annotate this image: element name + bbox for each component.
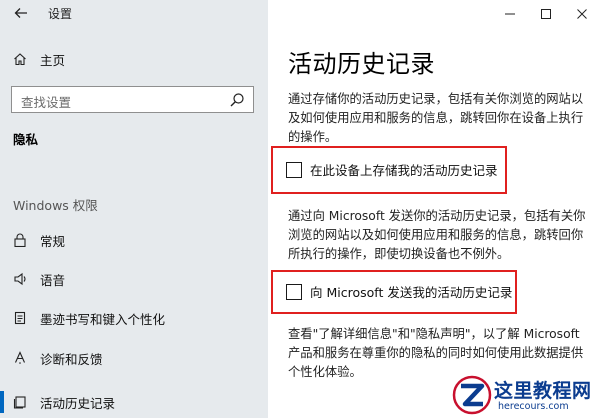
maximize-icon	[541, 9, 551, 19]
window-controls	[492, 0, 600, 28]
search-icon[interactable]	[229, 92, 245, 108]
sidebar-item-label: 墨迹书写和键入个性化	[40, 311, 166, 327]
sidebar-item-label: 语音	[40, 272, 66, 288]
send-history-checkbox[interactable]	[286, 283, 302, 300]
notepad-icon	[13, 311, 27, 325]
back-arrow-icon	[14, 8, 27, 18]
send-history-label[interactable]: 向 Microsoft 发送我的活动历史记录	[310, 282, 512, 301]
send-history-checkbox-row[interactable]: 向 Microsoft 发送我的活动历史记录	[286, 282, 512, 301]
description-send: 通过向 Microsoft 发送你的活动历史记录，包括有关你浏览的网站以及如何使…	[288, 209, 586, 261]
page-title: 活动历史记录	[288, 50, 435, 78]
sidebar-item-speech[interactable]: 语音	[0, 263, 268, 295]
sidebar-item-home[interactable]: 主页	[0, 43, 268, 75]
search-placeholder: 查找设置	[21, 95, 72, 110]
home-icon	[13, 52, 27, 66]
store-history-checkbox-row[interactable]: 在此设备上存储我的活动历史记录	[286, 160, 498, 179]
history-icon	[13, 395, 27, 409]
maximize-button[interactable]	[528, 0, 564, 28]
sidebar-item-label: 活动历史记录	[40, 395, 116, 411]
sidebar: 设置 主页 查找设置 隐私 Windows 权限 常规 语音 墨迹书写和键入个性…	[0, 0, 268, 418]
sidebar-item-label: 主页	[40, 52, 66, 68]
minimize-icon	[505, 13, 515, 15]
sidebar-item-diagnostics[interactable]: 诊断和反馈	[0, 342, 268, 374]
title-bar: 设置	[0, 0, 268, 28]
watermark: 这里教程网 herecours.com	[452, 374, 598, 416]
sidebar-item-label: 诊断和反馈	[40, 351, 103, 367]
main-pane: 活动历史记录 通过存储你的活动历史记录，包括有关你浏览的网站以及如何使用应用和服…	[268, 0, 600, 418]
microphone-icon	[13, 272, 27, 286]
store-history-checkbox[interactable]	[286, 161, 302, 178]
sidebar-item-general[interactable]: 常规	[0, 224, 268, 256]
search-input[interactable]: 查找设置	[11, 86, 254, 113]
feedback-icon	[13, 351, 27, 365]
watermark-title: 这里教程网	[494, 380, 592, 402]
watermark-url: herecours.com	[498, 401, 569, 412]
sidebar-item-label: 常规	[40, 233, 66, 249]
close-button[interactable]	[564, 0, 600, 28]
watermark-logo-icon	[452, 375, 492, 415]
sidebar-item-inking[interactable]: 墨迹书写和键入个性化	[0, 302, 268, 334]
lock-icon	[13, 233, 27, 247]
section-heading: 隐私	[13, 132, 39, 147]
group-heading: Windows 权限	[13, 198, 98, 213]
back-button[interactable]	[9, 3, 33, 23]
description-store: 通过存储你的活动历史记录，包括有关你浏览的网站以及如何使用应用和服务的信息，跳转…	[288, 92, 584, 144]
sidebar-item-activity-history[interactable]: 活动历史记录	[0, 386, 268, 418]
minimize-button[interactable]	[492, 0, 528, 28]
store-history-label[interactable]: 在此设备上存储我的活动历史记录	[310, 160, 498, 179]
close-icon	[577, 9, 587, 19]
app-title: 设置	[48, 7, 73, 21]
